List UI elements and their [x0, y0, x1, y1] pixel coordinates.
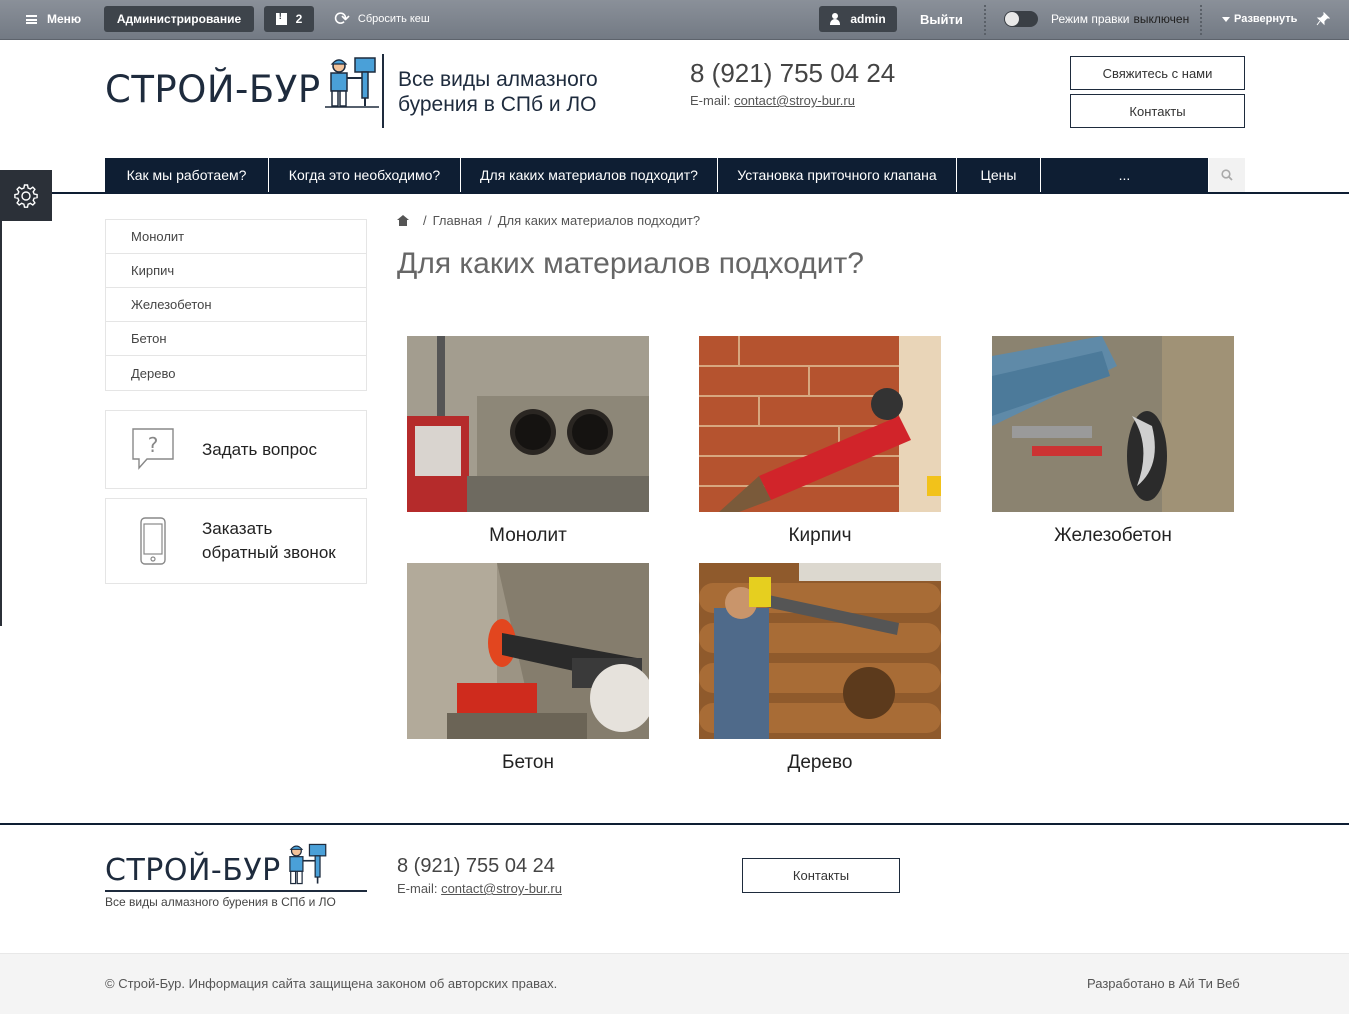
search-icon	[1221, 169, 1233, 181]
side-menu-item-concrete[interactable]: Бетон	[106, 322, 366, 356]
user-name: admin	[850, 12, 886, 26]
svg-text:?: ?	[148, 433, 159, 457]
question-bubble-icon: ?	[132, 427, 174, 470]
footer-logo[interactable]: СТРОЙ-БУР	[105, 842, 329, 886]
developer-credit[interactable]: Разработано в Ай Ти Веб	[1087, 976, 1240, 991]
driller-logo-icon	[288, 843, 327, 885]
footer-contacts-button[interactable]: Контакты	[742, 858, 900, 893]
side-menu-item-brick[interactable]: Кирпич	[106, 254, 366, 288]
footer-email-link[interactable]: contact@stroy-bur.ru	[441, 881, 562, 896]
email-label: E-mail:	[690, 93, 731, 108]
edit-mode-toggle[interactable]: Режим правки выключен	[1004, 0, 1189, 38]
breadcrumb-separator: /	[488, 213, 492, 228]
footer-phone[interactable]: 8 (921) 755 04 24	[397, 855, 555, 878]
copyright-text: © Строй-Бур. Информация сайта защищена з…	[105, 976, 558, 991]
email-link[interactable]: contact@stroy-bur.ru	[734, 93, 855, 108]
site-tagline: Все виды алмазного бурения в СПб и ЛО	[398, 68, 598, 116]
main-nav: Как мы работаем? Когда это необходимо? Д…	[105, 158, 1245, 192]
pin-icon[interactable]	[1316, 0, 1330, 38]
side-menu-item-reinforced-concrete[interactable]: Железобетон	[106, 288, 366, 322]
logo-divider	[382, 54, 384, 128]
notification-count: 2	[295, 12, 303, 26]
header-email: E-mail: contact@stroy-bur.ru	[690, 93, 855, 108]
logo-text: СТРОЙ-БУР	[105, 68, 321, 111]
user-button[interactable]: admin	[819, 6, 897, 32]
tile-caption: Монолит	[489, 525, 567, 546]
hamburger-icon	[26, 14, 37, 24]
edit-mode-label: Режим правки	[1051, 12, 1130, 26]
site-logo[interactable]: СТРОЙ-БУР	[105, 56, 379, 108]
side-menu: Монолит Кирпич Железобетон Бетон Дерево	[105, 219, 367, 391]
home-icon[interactable]	[397, 215, 409, 226]
gear-icon	[14, 183, 38, 208]
footer-top-rule	[0, 823, 1349, 825]
caret-down-icon	[1222, 16, 1230, 22]
settings-panel-edge	[0, 221, 2, 626]
nav-when-needed[interactable]: Когда это необходимо?	[269, 158, 461, 192]
material-tile-reinforced-concrete[interactable]: Железобетон	[992, 336, 1234, 547]
material-tile-concrete[interactable]: Бетон	[407, 563, 654, 774]
divider	[984, 5, 986, 35]
toggle-switch-icon[interactable]	[1004, 11, 1038, 27]
nav-underline	[52, 192, 1349, 194]
settings-panel-button[interactable]	[0, 170, 52, 221]
breadcrumb-home[interactable]: Главная	[433, 213, 482, 228]
admin-bar: Меню Администрирование 2 ⟳ Сбросить кеш …	[0, 0, 1349, 40]
clear-cache-label: Сбросить кеш	[357, 13, 430, 25]
header-phone[interactable]: 8 (921) 755 04 24	[690, 58, 895, 89]
footer-email: E-mail: contact@stroy-bur.ru	[397, 881, 562, 896]
admin-menu-label: Меню	[47, 12, 82, 26]
nav-valve-install[interactable]: Установка приточного клапана	[718, 158, 957, 192]
breadcrumb-current: Для каких материалов подходит?	[497, 213, 701, 228]
material-tile-wood[interactable]: Дерево	[699, 563, 941, 774]
tile-caption: Кирпич	[788, 525, 852, 546]
notification-icon	[275, 11, 287, 25]
ask-question-label: Задать вопрос	[202, 439, 317, 459]
material-tile-monolith[interactable]: Монолит	[407, 336, 649, 547]
footer-logo-text: СТРОЙ-БУР	[105, 853, 281, 888]
nav-how-we-work[interactable]: Как мы работаем?	[105, 158, 269, 192]
tile-caption: Железобетон	[1054, 525, 1172, 546]
wood-photo[interactable]	[699, 563, 941, 739]
search-button[interactable]	[1209, 158, 1245, 192]
page-title: Для каких материалов подходит?	[397, 247, 864, 280]
footer-logo-rule	[105, 890, 367, 892]
nav-more[interactable]: ...	[1041, 158, 1209, 192]
tile-caption: Дерево	[787, 752, 853, 773]
material-tile-brick[interactable]: Кирпич	[699, 336, 941, 547]
divider	[1200, 5, 1202, 35]
expand-button[interactable]: Развернуть	[1222, 0, 1297, 38]
tile-caption: Бетон	[502, 752, 554, 773]
edit-mode-state: выключен	[1133, 12, 1190, 26]
concrete-photo[interactable]	[407, 563, 654, 739]
reinforced-concrete-photo[interactable]	[992, 336, 1234, 512]
administration-button[interactable]: Администрирование	[104, 6, 254, 32]
clear-cache-button[interactable]: ⟳ Сбросить кеш	[334, 0, 430, 38]
expand-label: Развернуть	[1234, 13, 1298, 25]
nav-prices[interactable]: Цены	[957, 158, 1041, 192]
ask-question-box[interactable]: ? Задать вопрос	[105, 410, 367, 489]
driller-logo-icon	[324, 57, 379, 108]
footer-email-label: E-mail:	[397, 881, 438, 896]
callback-label: Заказать обратный звонок	[202, 519, 336, 562]
phone-icon	[140, 517, 166, 565]
side-menu-item-wood[interactable]: Дерево	[106, 356, 366, 390]
breadcrumb-separator: /	[423, 213, 427, 228]
callback-box[interactable]: Заказать обратный звонок	[105, 498, 367, 584]
notifications-button[interactable]: 2	[264, 6, 314, 32]
user-icon	[830, 13, 841, 25]
contacts-button[interactable]: Контакты	[1070, 94, 1245, 128]
breadcrumb: / Главная / Для каких материалов подходи…	[397, 213, 700, 228]
footer-tagline: Все виды алмазного бурения в СПб и ЛО	[105, 895, 336, 909]
monolith-photo[interactable]	[407, 336, 649, 512]
side-menu-item-monolith[interactable]: Монолит	[106, 220, 366, 254]
contact-us-button[interactable]: Свяжитесь с нами	[1070, 56, 1245, 90]
logout-button[interactable]: Выйти	[920, 0, 963, 38]
admin-menu-button[interactable]: Меню	[26, 0, 81, 38]
refresh-icon: ⟳	[334, 8, 350, 30]
brick-photo[interactable]	[699, 336, 941, 512]
nav-materials[interactable]: Для каких материалов подходит?	[461, 158, 718, 192]
